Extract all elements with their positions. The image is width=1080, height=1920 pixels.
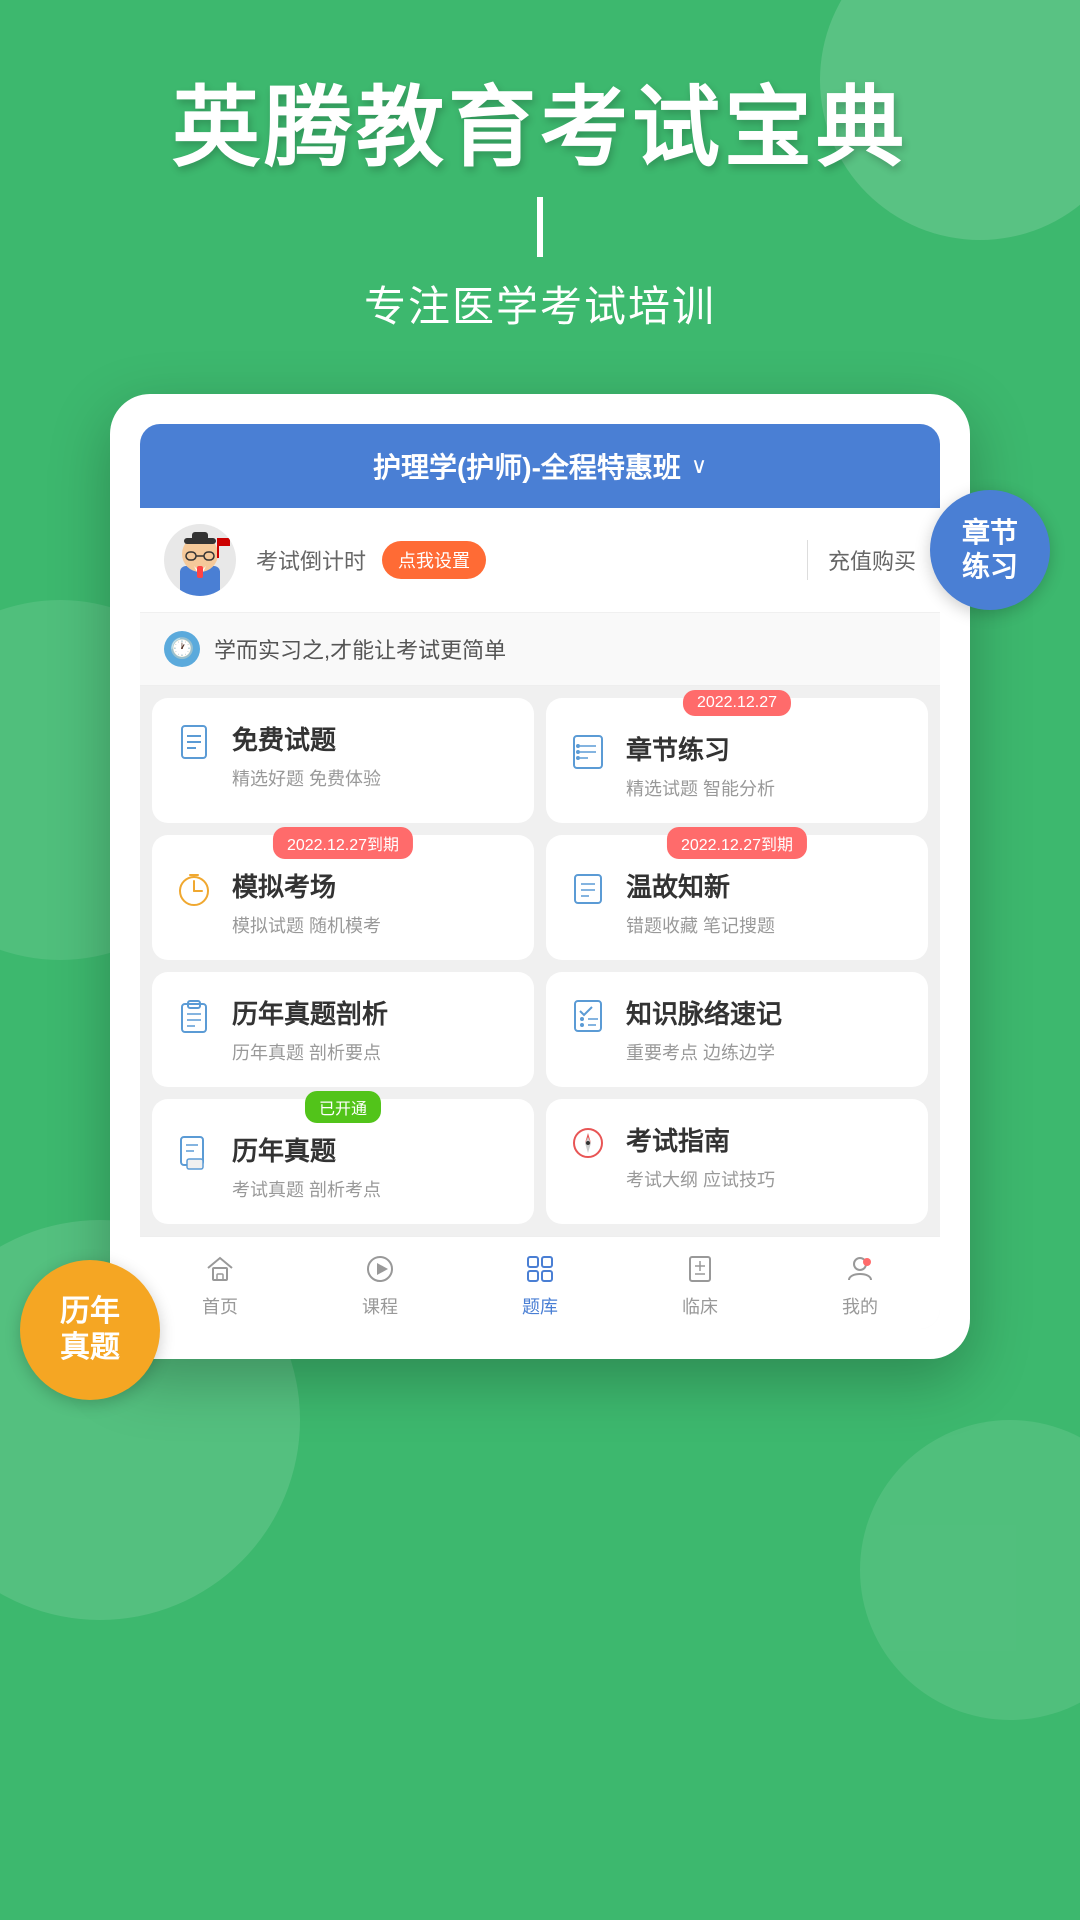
past-analysis-desc: 历年真题 剖析要点 bbox=[232, 1039, 514, 1065]
nav-course[interactable]: 课程 bbox=[340, 1251, 420, 1319]
nav-home-label: 首页 bbox=[202, 1293, 238, 1319]
vertical-divider bbox=[807, 540, 808, 580]
list-icon bbox=[566, 730, 610, 774]
play-icon bbox=[362, 1251, 398, 1287]
history-exam-badge[interactable]: 历年 真题 bbox=[20, 1260, 160, 1400]
knowledge-card[interactable]: 知识脉络速记 重要考点 边练边学 bbox=[546, 972, 928, 1087]
medical-icon bbox=[682, 1251, 718, 1287]
nav-mine[interactable]: 我的 bbox=[820, 1251, 900, 1319]
doc-image-icon bbox=[172, 1131, 216, 1175]
recharge-button[interactable]: 充值购买 bbox=[828, 544, 916, 576]
user-bar: 考试倒计时 点我设置 充值购买 bbox=[140, 508, 940, 613]
app-subtitle: 专注医学考试培训 bbox=[0, 273, 1080, 334]
chapter-practice-card[interactable]: 2022.12.27 bbox=[546, 698, 928, 823]
review-title: 温故知新 bbox=[626, 867, 908, 904]
past-real-badge: 已开通 bbox=[305, 1091, 381, 1123]
past-analysis-title: 历年真题剖析 bbox=[232, 994, 514, 1031]
header: 英腾教育考试宝典 专注医学考试培训 bbox=[0, 0, 1080, 334]
dropdown-arrow-icon[interactable]: ∨ bbox=[691, 453, 707, 479]
device-screen: 护理学(护师)-全程特惠班 ∨ bbox=[140, 424, 940, 1329]
past-real-desc: 考试真题 剖析考点 bbox=[232, 1176, 514, 1202]
nav-clinical-label: 临床 bbox=[682, 1293, 718, 1319]
clock-card-icon bbox=[172, 867, 216, 911]
bg-decoration-bottom-right bbox=[860, 1420, 1080, 1720]
exam-guide-desc: 考试大纲 应试技巧 bbox=[626, 1166, 908, 1192]
nav-home[interactable]: 首页 bbox=[180, 1251, 260, 1319]
document-icon bbox=[172, 720, 216, 764]
countdown-set-button[interactable]: 点我设置 bbox=[382, 541, 486, 579]
chapter-badge: 2022.12.27 bbox=[683, 690, 791, 716]
mock-exam-title: 模拟考场 bbox=[232, 867, 514, 904]
free-questions-desc: 精选好题 免费体验 bbox=[232, 765, 514, 791]
person-icon bbox=[842, 1251, 878, 1287]
mock-exam-desc: 模拟试题 随机模考 bbox=[232, 912, 514, 938]
clipboard-icon bbox=[172, 994, 216, 1038]
exam-guide-title: 考试指南 bbox=[626, 1121, 908, 1158]
chapter-practice-desc: 精选试题 智能分析 bbox=[626, 775, 908, 801]
knowledge-desc: 重要考点 边练边学 bbox=[626, 1039, 908, 1065]
avatar bbox=[164, 524, 236, 596]
app-title: 英腾教育考试宝典 bbox=[0, 80, 1080, 177]
review-desc: 错题收藏 笔记搜题 bbox=[626, 912, 908, 938]
device-frame: 护理学(护师)-全程特惠班 ∨ bbox=[110, 394, 970, 1359]
free-questions-card[interactable]: 免费试题 精选好题 免费体验 bbox=[152, 698, 534, 823]
home-icon bbox=[202, 1251, 238, 1287]
mock-badge: 2022.12.27到期 bbox=[273, 827, 413, 859]
knowledge-title: 知识脉络速记 bbox=[626, 994, 908, 1031]
review-badge: 2022.12.27到期 bbox=[667, 827, 807, 859]
chapter-practice-title: 章节练习 bbox=[626, 730, 908, 767]
chapter-practice-badge[interactable]: 章节 练习 bbox=[930, 490, 1050, 610]
feature-grid: 免费试题 精选好题 免费体验 2022.12.27 bbox=[140, 686, 940, 1236]
exam-guide-card[interactable]: 考试指南 考试大纲 应试技巧 bbox=[546, 1099, 928, 1224]
device-mockup: 护理学(护师)-全程特惠班 ∨ bbox=[110, 394, 970, 1359]
quote-text: 学而实习之,才能让考试更简单 bbox=[214, 633, 506, 665]
app-screen-header[interactable]: 护理学(护师)-全程特惠班 ∨ bbox=[140, 424, 940, 508]
review-card[interactable]: 2022.12.27到期 温故知新 错题收藏 笔 bbox=[546, 835, 928, 960]
past-real-card[interactable]: 已开通 历年真题 考试真题 剖析考点 bbox=[152, 1099, 534, 1224]
header-divider bbox=[537, 197, 543, 257]
bottom-navigation: 首页 课程 bbox=[140, 1236, 940, 1329]
mock-exam-card[interactable]: 2022.12.27到期 模拟考场 模拟试题 随 bbox=[152, 835, 534, 960]
past-real-title: 历年真题 bbox=[232, 1131, 514, 1168]
past-analysis-card[interactable]: 历年真题剖析 历年真题 剖析要点 bbox=[152, 972, 534, 1087]
nav-course-label: 课程 bbox=[362, 1293, 398, 1319]
nav-questions-label: 题库 bbox=[522, 1293, 558, 1319]
countdown-section: 考试倒计时 点我设置 bbox=[256, 541, 787, 579]
quote-bar: 🕐 学而实习之,才能让考试更简单 bbox=[140, 613, 940, 686]
clock-icon: 🕐 bbox=[164, 631, 200, 667]
nav-clinical[interactable]: 临床 bbox=[660, 1251, 740, 1319]
free-questions-title: 免费试题 bbox=[232, 720, 514, 757]
checklist-icon bbox=[566, 994, 610, 1038]
nav-mine-label: 我的 bbox=[842, 1293, 878, 1319]
note-icon bbox=[566, 867, 610, 911]
grid-icon bbox=[522, 1251, 558, 1287]
compass-icon bbox=[566, 1121, 610, 1165]
countdown-label: 考试倒计时 bbox=[256, 544, 366, 576]
course-title: 护理学(护师)-全程特惠班 bbox=[373, 446, 681, 486]
nav-questions[interactable]: 题库 bbox=[500, 1251, 580, 1319]
